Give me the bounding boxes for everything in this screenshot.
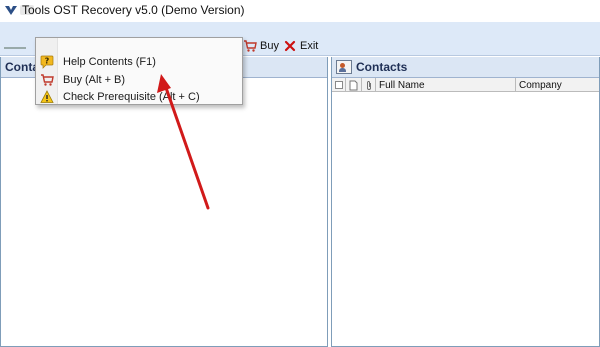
cart-icon — [244, 40, 257, 52]
select-all-checkbox[interactable] — [332, 78, 346, 92]
app-icon — [5, 6, 17, 15]
column-header-company[interactable]: Company — [516, 78, 599, 92]
menu-item-buy[interactable]: Buy (Alt + B) — [36, 71, 242, 88]
help-dropdown-menu: ? Help Contents (F1) Buy (Alt + B) Check… — [35, 37, 243, 105]
help-icon: ? — [40, 55, 54, 69]
menu-item-label: Check Prerequisite (Alt + C) — [63, 90, 200, 103]
close-icon — [284, 40, 296, 52]
help-menu-button[interactable] — [4, 35, 26, 49]
contacts-grid-header: Full Name Company — [332, 78, 599, 92]
contacts-icon — [336, 60, 352, 74]
contacts-pane: Contacts Full Name Company — [331, 57, 600, 347]
title-bar: Tools OST Recovery v5.0 (Demo Version) — [0, 0, 600, 22]
menu-item-label: Help Contents (F1) — [63, 55, 156, 68]
contacts-pane-title: Contacts — [356, 59, 408, 74]
buy-button[interactable]: Buy — [243, 38, 279, 54]
svg-text:?: ? — [45, 56, 50, 65]
window-title: Tools OST Recovery v5.0 (Demo Version) — [22, 3, 245, 17]
document-column-icon[interactable] — [346, 78, 362, 92]
warning-icon — [40, 89, 54, 103]
cart-icon — [41, 73, 54, 86]
exit-label: Exit — [300, 40, 319, 52]
menu-item-help-contents[interactable]: ? Help Contents (F1) — [36, 53, 242, 70]
attachment-column-icon[interactable] — [362, 78, 376, 92]
column-header-full-name[interactable]: Full Name — [376, 78, 516, 92]
left-pane-title: Conta — [5, 59, 39, 74]
menu-item-check-prerequisite[interactable]: Check Prerequisite (Alt + C) — [36, 88, 242, 105]
buy-label: Buy — [260, 40, 279, 52]
menu-item-label: Buy (Alt + B) — [63, 73, 126, 86]
contacts-pane-header: Contacts — [332, 57, 599, 78]
exit-button[interactable]: Exit — [283, 38, 318, 54]
